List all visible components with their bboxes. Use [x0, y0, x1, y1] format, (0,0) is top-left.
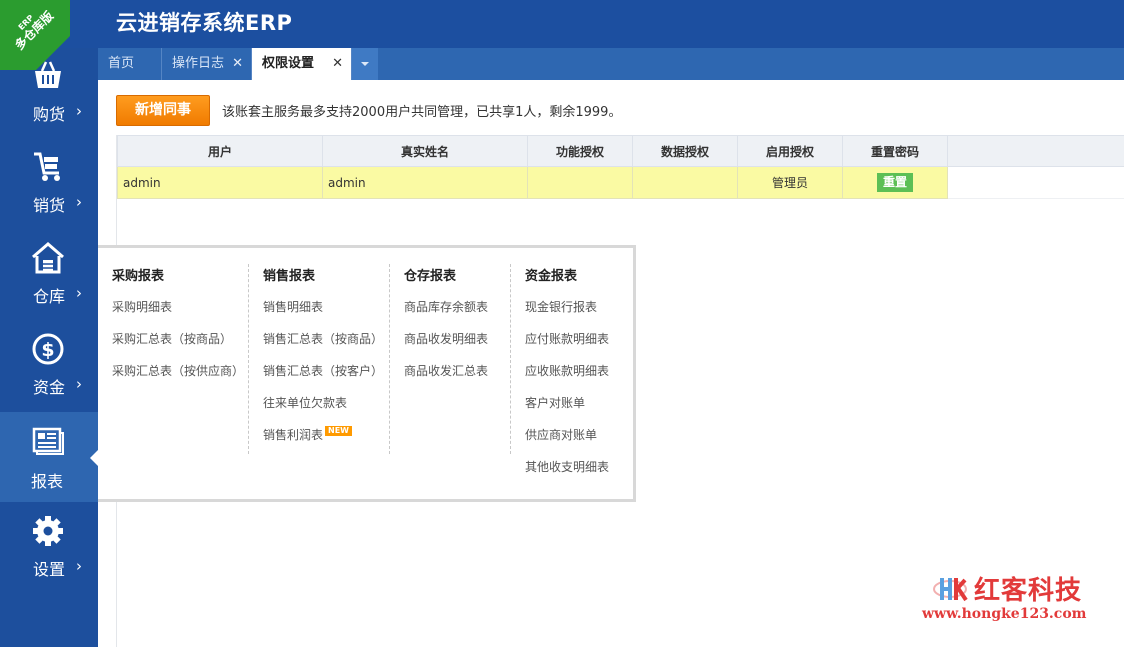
report-column-title: 销售报表 — [263, 269, 316, 284]
user-table: 用户 真实姓名 功能授权 数据授权 启用授权 重置密码 admin admin … — [117, 135, 1124, 199]
column-separator — [248, 264, 249, 454]
chevron-right-icon: › — [76, 284, 82, 302]
svg-text:$: $ — [41, 339, 54, 361]
new-badge: NEW — [325, 426, 352, 436]
table-row[interactable]: admin admin 管理员 重置 — [117, 166, 1124, 199]
chevron-right-icon: › — [76, 557, 82, 575]
tab-bar: 首页 操作日志 ✕ 权限设置 ✕ — [98, 48, 1124, 80]
report-link[interactable]: 应收账款明细表 — [525, 362, 609, 379]
header-bar: 云进销存系统ERP — [0, 0, 1124, 48]
sidebar-item-warehouse[interactable]: 仓库 › — [0, 230, 98, 320]
dollar-icon: $ — [32, 333, 64, 365]
account-notice: 该账套主服务最多支持2000用户共同管理，已共享1人，剩余1999。 — [222, 105, 622, 120]
tab-home[interactable]: 首页 — [98, 48, 162, 80]
report-link-label: 销售利润表 — [263, 428, 324, 442]
tab-label: 首页 — [108, 56, 135, 71]
sidebar: 购货 › 销货 › 仓库 › $ 资金 › 报表 设置 › — [0, 48, 98, 647]
report-link[interactable]: 客户对账单 — [525, 394, 585, 411]
column-header: 启用授权 — [737, 135, 843, 167]
cell-reset-password: 重置 — [842, 166, 948, 199]
app-window: 云进销存系统ERP ERP 多仓库版 首页 操作日志 ✕ 权限设置 ✕ 购货 ›… — [0, 0, 1124, 647]
chevron-right-icon: › — [76, 375, 82, 393]
menu-pointer — [90, 450, 98, 466]
cart-icon — [34, 152, 60, 181]
report-column-title: 资金报表 — [525, 269, 578, 284]
chevron-right-icon: › — [76, 193, 82, 211]
tab-permission-settings[interactable]: 权限设置 ✕ — [252, 48, 352, 80]
cell-real-name: admin — [322, 166, 528, 199]
warehouse-icon — [32, 242, 64, 274]
report-link[interactable]: 应付账款明细表 — [525, 330, 609, 347]
close-icon[interactable]: ✕ — [232, 48, 243, 80]
report-link[interactable]: 销售明细表 — [263, 298, 323, 315]
report-icon — [32, 427, 64, 455]
column-header: 真实姓名 — [322, 135, 528, 167]
column-separator — [510, 264, 511, 454]
report-link[interactable]: 商品收发汇总表 — [404, 362, 488, 379]
reset-password-button[interactable]: 重置 — [877, 173, 913, 192]
sidebar-item-funds[interactable]: $ 资金 › — [0, 321, 98, 411]
tab-label: 权限设置 — [262, 56, 315, 71]
column-header-filler — [947, 135, 1124, 167]
column-header: 数据授权 — [632, 135, 738, 167]
column-separator — [389, 264, 390, 454]
report-link[interactable]: 供应商对账单 — [525, 426, 597, 443]
report-link[interactable]: 销售汇总表（按商品） — [263, 330, 383, 347]
report-link[interactable]: 其他收支明细表 — [525, 458, 609, 475]
sidebar-item-label: 购货 — [33, 105, 66, 124]
report-menu-panel: 采购报表 采购明细表 采购汇总表（按商品） 采购汇总表（按供应商） 销售报表 销… — [98, 245, 636, 502]
sidebar-item-label: 设置 — [33, 560, 66, 579]
report-link-profit[interactable]: 销售利润表 NEW — [263, 426, 352, 443]
edition-ribbon: ERP 多仓库版 — [0, 0, 70, 70]
report-column-title: 仓存报表 — [404, 269, 457, 284]
report-link[interactable]: 采购汇总表（按商品） — [112, 330, 232, 347]
sidebar-item-reports[interactable]: 报表 — [0, 412, 98, 502]
app-title: 云进销存系统ERP — [116, 11, 293, 35]
sidebar-item-label: 资金 — [33, 378, 66, 397]
watermark-url: www.hongke123.com — [922, 606, 1087, 622]
table-header-row: 用户 真实姓名 功能授权 数据授权 启用授权 重置密码 — [117, 135, 1124, 167]
sidebar-item-label: 销货 — [33, 196, 66, 215]
tab-operation-log[interactable]: 操作日志 ✕ — [162, 48, 252, 80]
report-link[interactable]: 采购汇总表（按供应商） — [112, 362, 244, 379]
report-column-title: 采购报表 — [112, 269, 165, 284]
report-link[interactable]: 采购明细表 — [112, 298, 172, 315]
report-link[interactable]: 商品收发明细表 — [404, 330, 488, 347]
report-link[interactable]: 商品库存余额表 — [404, 298, 488, 315]
cell-user: admin — [117, 166, 323, 199]
column-header: 重置密码 — [842, 135, 948, 167]
cell-enabled-auth: 管理员 — [737, 166, 843, 199]
chevron-right-icon: › — [76, 102, 82, 120]
tab-label: 操作日志 — [172, 56, 225, 71]
watermark: 红客科技 www.hongke123.com — [922, 566, 1106, 626]
close-icon[interactable]: ✕ — [332, 48, 343, 80]
sidebar-item-settings[interactable]: 设置 › — [0, 503, 98, 593]
report-link[interactable]: 往来单位欠款表 — [263, 394, 347, 411]
sidebar-item-sales[interactable]: 销货 › — [0, 139, 98, 229]
report-link[interactable]: 现金银行报表 — [525, 298, 597, 315]
chevron-down-icon — [361, 62, 369, 66]
tab-more-button[interactable] — [352, 48, 378, 80]
column-header: 功能授权 — [527, 135, 633, 167]
sidebar-item-label: 仓库 — [33, 287, 66, 306]
gear-icon — [33, 516, 63, 546]
column-header: 用户 — [117, 135, 323, 167]
cell-filler — [947, 166, 1124, 199]
sidebar-item-label: 报表 — [31, 472, 64, 491]
report-link[interactable]: 销售汇总表（按客户） — [263, 362, 383, 379]
cell-data-auth[interactable] — [632, 166, 738, 199]
watermark-text: 红客科技 — [974, 576, 1083, 606]
cell-function-auth[interactable] — [527, 166, 633, 199]
watermark-logo-icon — [933, 578, 968, 602]
add-colleague-button[interactable]: 新增同事 — [116, 95, 210, 126]
